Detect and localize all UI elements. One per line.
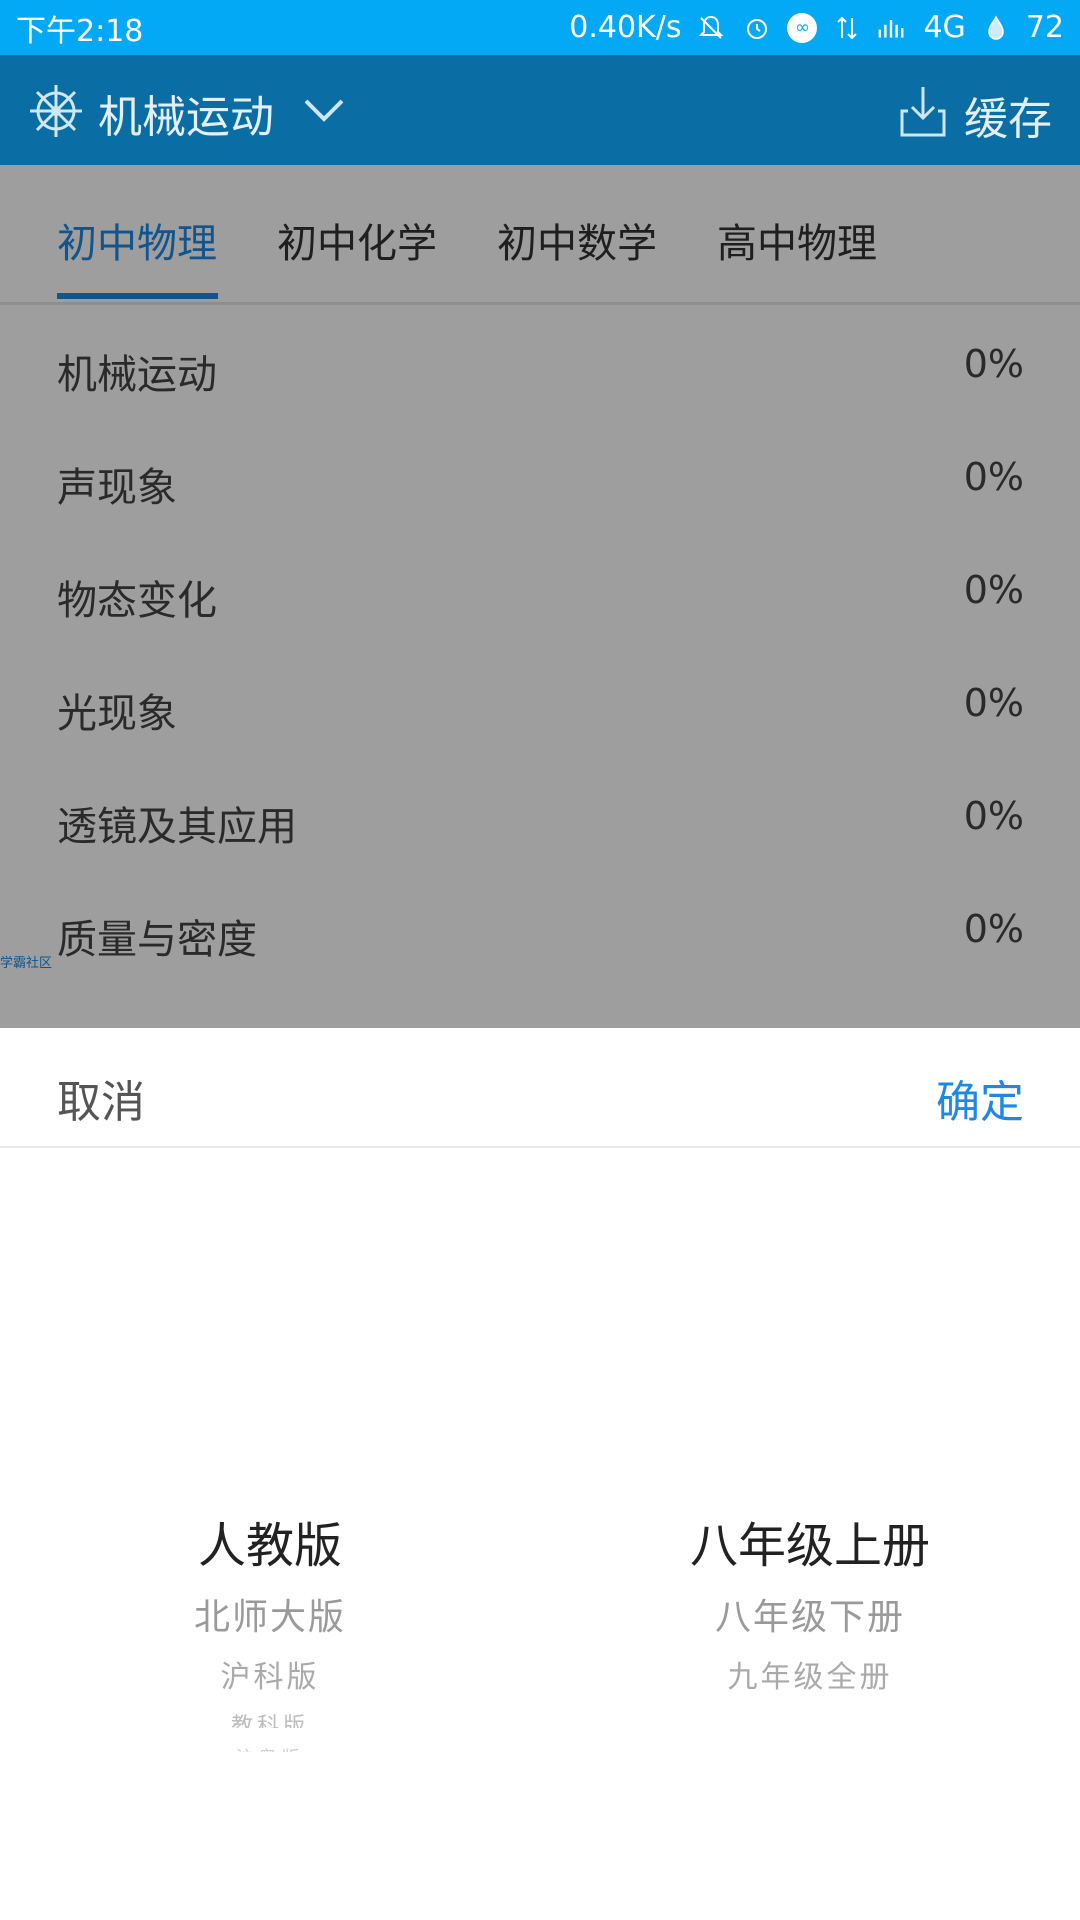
grade-option[interactable]: 九年级全册 xyxy=(540,1652,1080,1696)
signal-icon xyxy=(877,12,909,44)
network-type: 4G xyxy=(923,10,966,45)
edition-option[interactable]: 教科版 xyxy=(0,1708,540,1728)
chevron-down-icon[interactable] xyxy=(302,93,346,127)
edition-selected[interactable]: 人教版 xyxy=(0,1506,540,1576)
picker-sheet: 取消 确定 人教版 北师大版 沪科版 教科版 沪粤版 八年级上册 八年级下册 九… xyxy=(0,1028,1080,1920)
bell-off-icon xyxy=(695,12,727,44)
data-arrows-icon xyxy=(831,12,863,44)
status-time: 下午2:18 xyxy=(16,13,144,49)
edition-option[interactable]: 沪科版 xyxy=(0,1652,540,1696)
modal-backdrop[interactable] xyxy=(0,165,1080,1028)
edition-picker[interactable]: 人教版 北师大版 沪科版 教科版 沪粤版 xyxy=(0,1028,540,1920)
page-title[interactable]: 机械运动 xyxy=(98,81,274,145)
status-bar: 下午2:18 0.40K/s ∞ 4G 72 xyxy=(0,0,1080,55)
battery-level: 72 xyxy=(1025,10,1064,45)
edition-option[interactable]: 沪粤版 xyxy=(0,1744,540,1752)
cache-button[interactable]: 缓存 xyxy=(964,83,1052,147)
grade-option[interactable]: 八年级下册 xyxy=(540,1588,1080,1640)
grade-selected[interactable]: 八年级上册 xyxy=(540,1506,1080,1576)
alarm-icon xyxy=(741,12,773,44)
grade-picker[interactable]: 八年级上册 八年级下册 九年级全册 xyxy=(540,1028,1080,1920)
download-icon[interactable] xyxy=(898,83,948,139)
link-icon: ∞ xyxy=(787,12,818,43)
wheel-icon[interactable] xyxy=(28,83,84,139)
edition-option[interactable]: 北师大版 xyxy=(0,1588,540,1640)
status-icons: 0.40K/s ∞ 4G 72 xyxy=(569,10,1064,45)
app-bar: 机械运动 缓存 xyxy=(0,55,1080,165)
net-speed: 0.40K/s xyxy=(569,10,682,45)
battery-icon xyxy=(980,12,1012,44)
